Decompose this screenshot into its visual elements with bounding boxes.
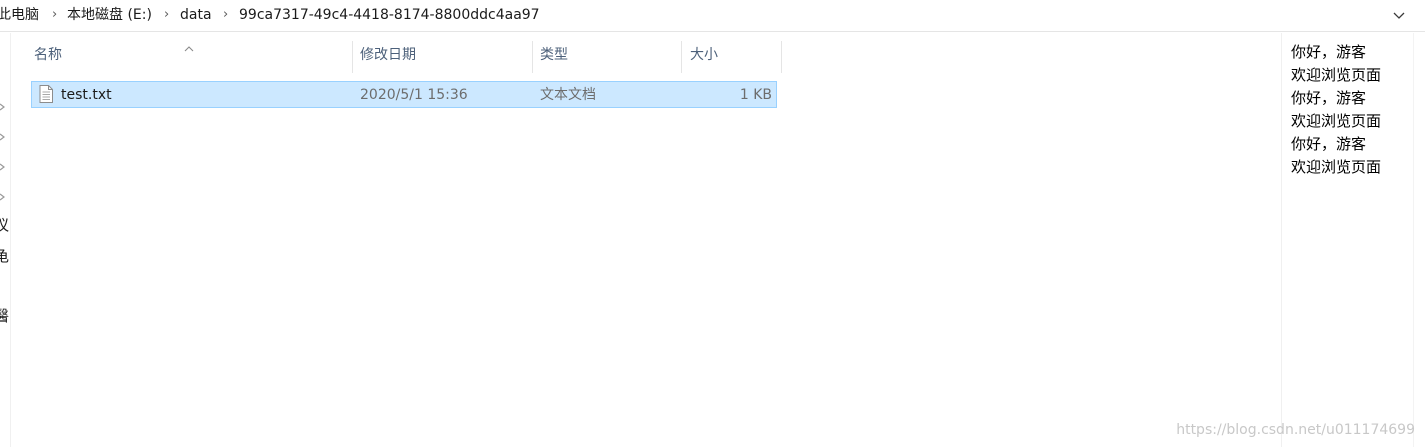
preview-line: 欢迎浏览页面 xyxy=(1291,66,1382,84)
breadcrumb-this-pc[interactable]: 此电脑 xyxy=(0,6,39,24)
expand-chevron-icon[interactable] xyxy=(0,127,8,141)
column-divider[interactable] xyxy=(681,41,682,73)
text-file-icon xyxy=(39,85,53,103)
preview-line: 欢迎浏览页面 xyxy=(1291,158,1382,176)
nav-item-label[interactable]: 龟 xyxy=(0,247,9,265)
preview-content: 你好，游客 欢迎浏览页面 你好，游客 欢迎浏览页面 你好，游客 欢迎浏览页面 xyxy=(1291,41,1381,179)
breadcrumb-local-disk[interactable]: 本地磁盘 (E:) xyxy=(67,6,152,24)
preview-scrollbar[interactable] xyxy=(1413,33,1425,447)
preview-pane[interactable]: 你好，游客 欢迎浏览页面 你好，游客 欢迎浏览页面 你好，游客 欢迎浏览页面 xyxy=(1281,33,1425,447)
column-divider[interactable] xyxy=(352,41,353,73)
expand-chevron-icon[interactable] xyxy=(0,187,8,201)
file-name: test.txt xyxy=(61,87,112,103)
nav-item-label[interactable]: 醫 xyxy=(0,307,9,325)
watermark: https://blog.csdn.net/u011174699 xyxy=(1176,422,1415,438)
preview-line: 欢迎浏览页面 xyxy=(1291,112,1382,130)
column-header-name[interactable]: 名称 xyxy=(34,45,62,65)
file-size: 1 KB xyxy=(739,87,772,103)
column-header-date-modified[interactable]: 修改日期 xyxy=(360,45,416,65)
preview-line: 你好，游客 xyxy=(1291,43,1367,61)
navigation-pane[interactable]: 议 龟 醫 xyxy=(0,33,11,447)
breadcrumb-folder[interactable]: 99ca7317-49c4-4418-8174-8800ddc4aa97 xyxy=(239,6,540,24)
address-bar[interactable]: 此电脑 › 本地磁盘 (E:) › data › 99ca7317-49c4-4… xyxy=(0,0,1425,32)
file-date-modified: 2020/5/1 15:36 xyxy=(360,87,468,103)
sort-ascending-icon xyxy=(184,38,194,52)
column-header-size[interactable]: 大小 xyxy=(690,45,718,65)
expand-chevron-icon[interactable] xyxy=(0,97,8,111)
breadcrumb-separator-icon[interactable]: › xyxy=(164,6,169,24)
column-divider[interactable] xyxy=(532,41,533,73)
preview-line: 你好，游客 xyxy=(1291,135,1367,153)
column-divider[interactable] xyxy=(781,41,782,73)
preview-line: 你好，游客 xyxy=(1291,89,1367,107)
file-row[interactable]: test.txt 2020/5/1 15:36 文本文档 1 KB xyxy=(31,81,777,108)
column-header-type[interactable]: 类型 xyxy=(540,45,568,65)
breadcrumb-separator-icon[interactable]: › xyxy=(52,6,57,24)
chevron-down-icon[interactable] xyxy=(1391,6,1407,24)
file-type: 文本文档 xyxy=(540,87,596,103)
breadcrumb-separator-icon[interactable]: › xyxy=(223,6,228,24)
expand-chevron-icon[interactable] xyxy=(0,157,8,171)
breadcrumb-data[interactable]: data xyxy=(180,6,212,24)
nav-item-label[interactable]: 议 xyxy=(0,216,9,234)
